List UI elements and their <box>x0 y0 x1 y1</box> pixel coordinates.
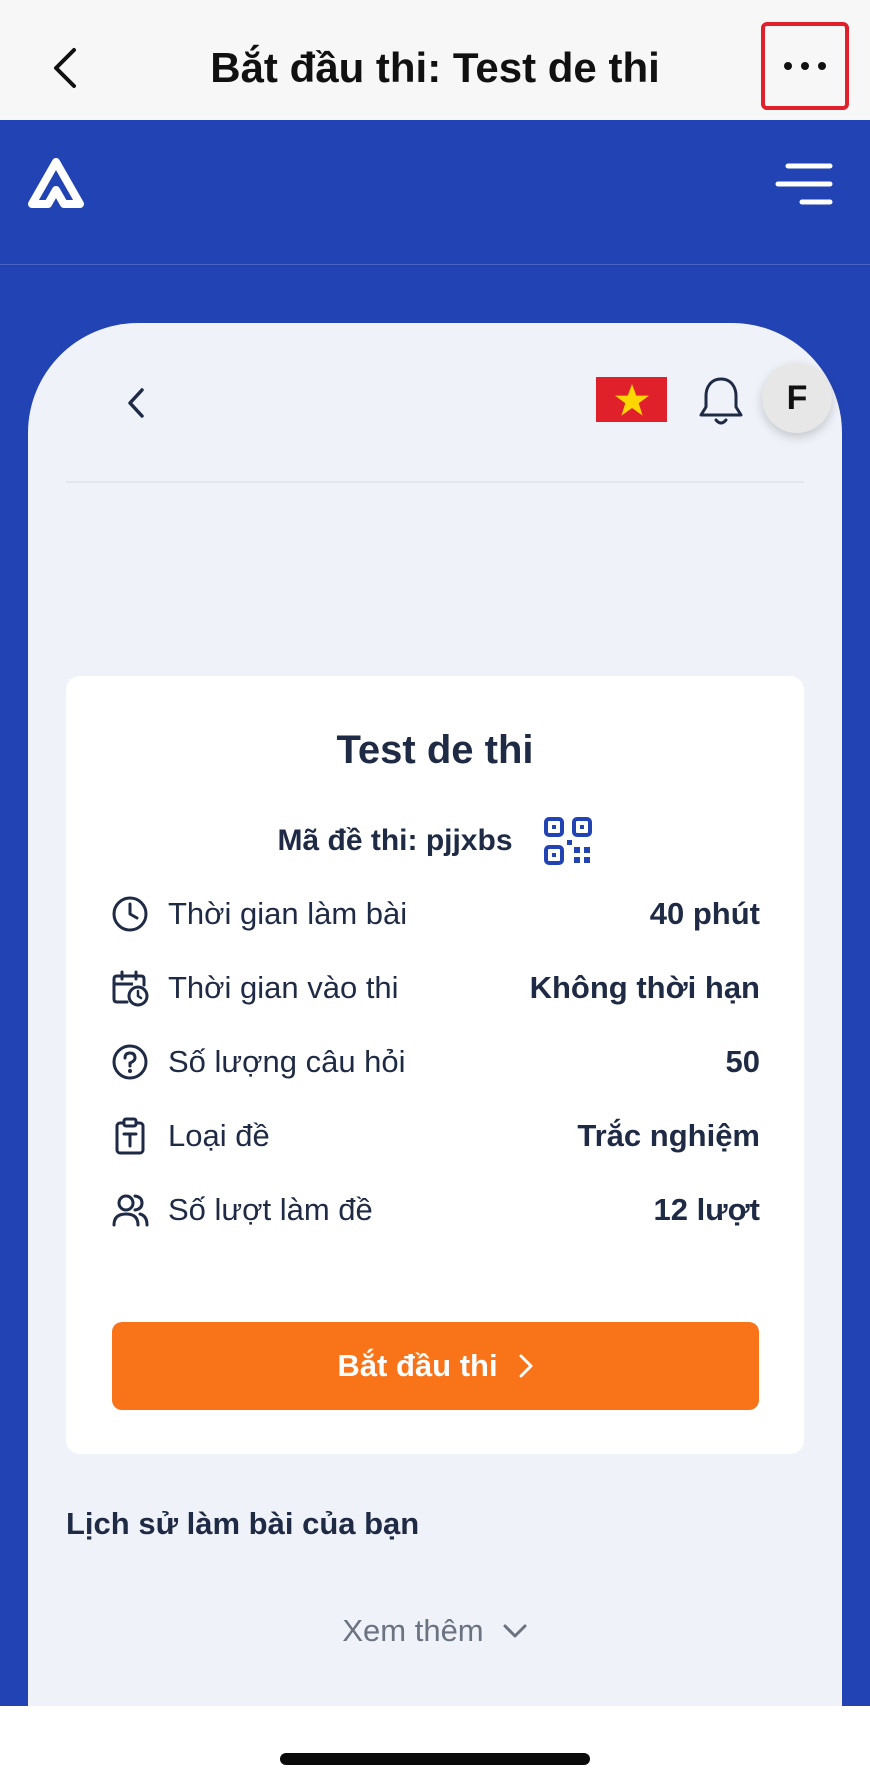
calendar-clock-icon <box>112 970 149 1007</box>
menu-icon[interactable] <box>774 160 834 210</box>
exam-code-row: Mã đề thi: pjjxbs <box>66 816 804 866</box>
app-content: F Test de thi Mã đề thi: pjjxbs Thời gia… <box>0 120 870 1706</box>
info-label: Loại đề <box>168 1118 270 1153</box>
notification-bell-icon[interactable] <box>696 373 746 429</box>
exam-title: Test de thi <box>336 728 534 772</box>
vietnam-flag-icon <box>614 383 649 416</box>
page-title: Bắt đầu thi: Test de thi <box>210 44 660 91</box>
info-row-attempts: Số lượt làm đề 12 lượt <box>110 1185 760 1235</box>
more-options-button[interactable] <box>761 22 849 110</box>
info-row-duration: Thời gian làm bài 40 phút <box>110 889 760 939</box>
see-more-label: Xem thêm <box>342 1613 484 1648</box>
info-label: Thời gian vào thi <box>168 970 399 1005</box>
start-exam-label: Bắt đầu thi <box>337 1348 498 1383</box>
info-row-question-count: Số lượng câu hỏi 50 <box>110 1037 760 1087</box>
top-nav-bar: Bắt đầu thi: Test de thi <box>0 0 870 120</box>
clock-icon <box>112 896 148 932</box>
home-indicator[interactable] <box>280 1753 590 1765</box>
app-header <box>0 120 870 265</box>
panel-back-button[interactable] <box>116 378 156 428</box>
back-button[interactable] <box>40 36 90 100</box>
qr-code-icon[interactable] <box>543 816 593 866</box>
chevron-down-icon <box>503 1624 527 1638</box>
panel-toolbar: F <box>66 323 832 483</box>
logo-icon[interactable] <box>28 158 84 214</box>
exam-code: Mã đề thi: pjjxbs <box>277 824 513 857</box>
clipboard-text-icon <box>115 1117 145 1155</box>
info-row-access-time: Thời gian vào thi Không thời hạn <box>110 963 760 1013</box>
info-value: 50 <box>725 1044 760 1079</box>
info-value: Trắc nghiệm <box>577 1118 760 1153</box>
info-value: 12 lượt <box>653 1192 760 1227</box>
chevron-right-icon <box>519 1354 533 1378</box>
info-label: Thời gian làm bài <box>168 896 408 931</box>
language-flag-button[interactable] <box>596 377 667 422</box>
history-title: Lịch sử làm bài của bạn <box>66 1506 420 1541</box>
info-value: 40 phút <box>649 896 760 931</box>
info-label: Số lượng câu hỏi <box>168 1044 406 1079</box>
info-value: Không thời hạn <box>529 970 760 1005</box>
more-dots-icon <box>784 62 826 70</box>
see-more-button[interactable]: Xem thêm <box>28 1613 842 1649</box>
info-row-exam-type: Loại đề Trắc nghiệm <box>110 1111 760 1161</box>
question-circle-icon <box>112 1044 148 1080</box>
chevron-left-icon <box>128 388 144 418</box>
avatar[interactable]: F <box>762 363 832 433</box>
users-icon <box>112 1194 149 1227</box>
start-exam-button[interactable]: Bắt đầu thi <box>112 1322 759 1410</box>
main-panel: F Test de thi Mã đề thi: pjjxbs Thời gia… <box>28 323 842 1706</box>
exam-info-card: Test de thi Mã đề thi: pjjxbs Thời gian … <box>66 676 804 1454</box>
chevron-left-icon <box>54 48 76 88</box>
info-label: Số lượt làm đề <box>168 1192 373 1227</box>
